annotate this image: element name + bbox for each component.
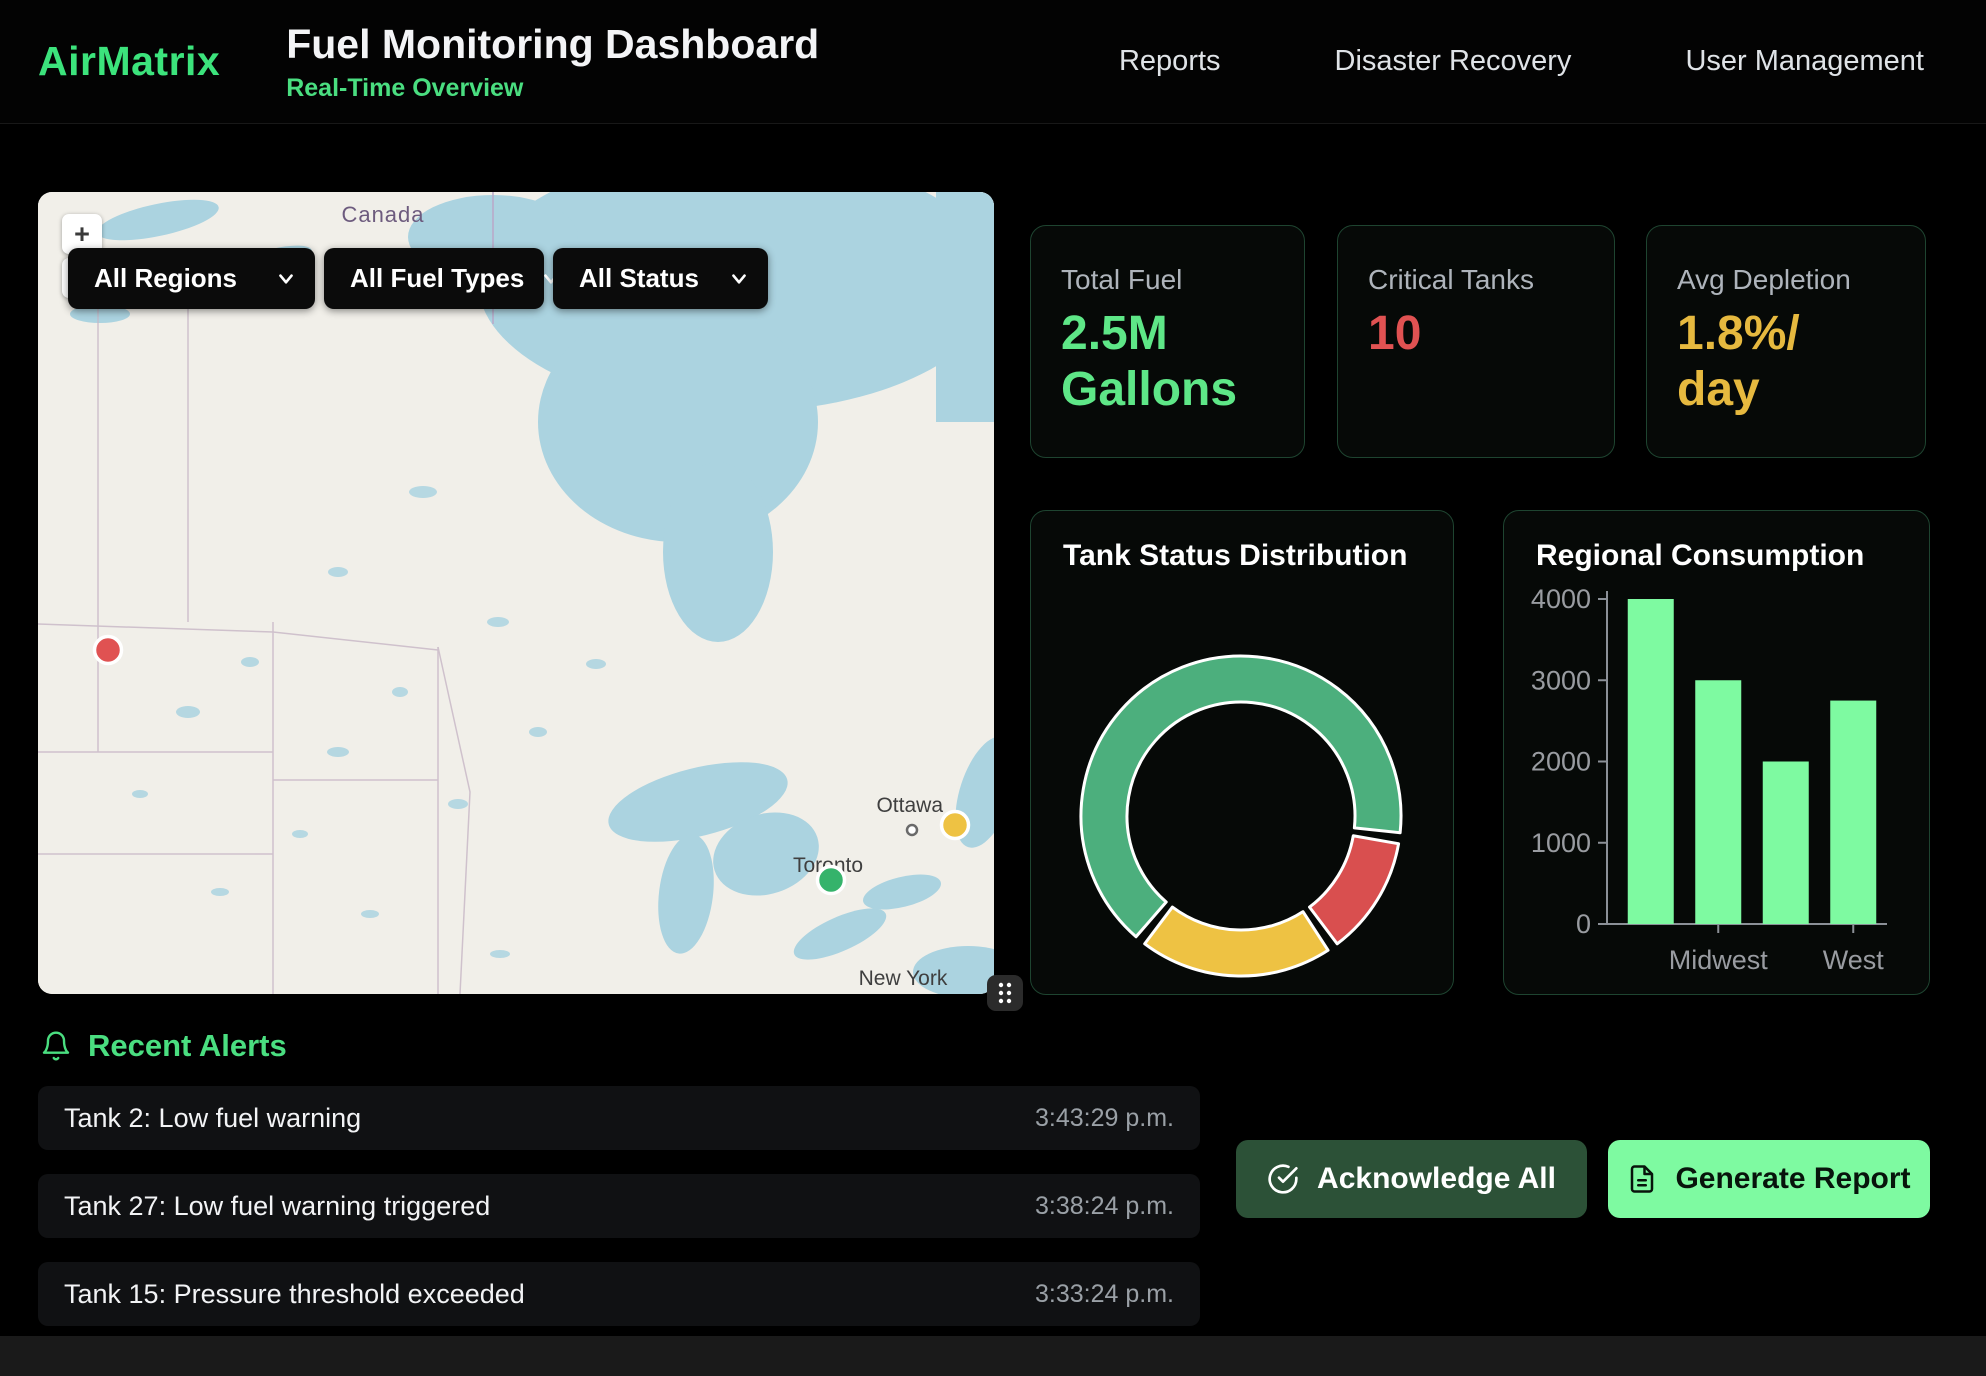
main-nav: Reports Disaster Recovery User Managemen… — [1119, 45, 1986, 78]
tank-marker-operational[interactable] — [818, 867, 845, 894]
alert-row: Tank 15: Pressure threshold exceeded 3:3… — [38, 1262, 1200, 1326]
svg-text:Midwest: Midwest — [1669, 945, 1769, 975]
tank-marker-critical[interactable] — [95, 637, 122, 664]
page-title-block: Fuel Monitoring Dashboard Real-Time Over… — [286, 21, 819, 103]
plus-icon: + — [74, 219, 90, 250]
acknowledge-all-button[interactable]: Acknowledge All — [1236, 1140, 1587, 1218]
map-filter-bar: All Regions All Fuel Types All Status — [68, 248, 768, 309]
status-filter-value: All Status — [579, 263, 699, 294]
alert-timestamp: 3:43:29 p.m. — [1035, 1086, 1174, 1150]
stat-label: Avg Depletion — [1677, 264, 1925, 296]
acknowledge-all-label: Acknowledge All — [1317, 1162, 1556, 1196]
svg-text:2000: 2000 — [1531, 747, 1591, 777]
regional-consumption-bar-chart: 0 1000 2000 3000 4000 Midwest West — [1512, 569, 1922, 989]
brand-logo: AirMatrix — [38, 38, 220, 85]
tank-marker-warning[interactable] — [942, 812, 969, 839]
page-subtitle: Real-Time Overview — [286, 74, 819, 103]
stat-card-total-fuel: Total Fuel 2.5M Gallons — [1030, 225, 1305, 458]
fuel-type-filter-value: All Fuel Types — [350, 263, 524, 294]
status-filter-select[interactable]: All Status — [553, 248, 768, 309]
map-town-dot-ottawa — [907, 825, 917, 835]
stat-card-critical-tanks: Critical Tanks 10 — [1337, 225, 1615, 458]
svg-text:4000: 4000 — [1531, 584, 1591, 614]
panel-drag-handle[interactable] — [987, 975, 1023, 1011]
map-label-ottawa: Ottawa — [876, 794, 943, 817]
report-document-icon — [1627, 1164, 1657, 1194]
svg-text:0: 0 — [1576, 909, 1591, 939]
stat-card-avg-depletion: Avg Depletion 1.8%/ day — [1646, 225, 1926, 458]
alert-text: Tank 15: Pressure threshold exceeded — [64, 1262, 525, 1326]
tank-status-card: Tank Status Distribution — [1030, 510, 1454, 995]
alert-timestamp: 3:38:24 p.m. — [1035, 1174, 1174, 1238]
alert-timestamp: 3:33:24 p.m. — [1035, 1262, 1174, 1326]
dashboard-root: AirMatrix Fuel Monitoring Dashboard Real… — [0, 0, 1986, 1376]
map-label-canada: Canada — [341, 202, 424, 227]
chevron-down-icon — [728, 268, 750, 290]
alert-row: Tank 2: Low fuel warning 3:43:29 p.m. — [38, 1086, 1200, 1150]
page-title: Fuel Monitoring Dashboard — [286, 21, 819, 68]
stat-value: 10 — [1368, 306, 1614, 362]
region-filter-select[interactable]: All Regions — [68, 248, 315, 309]
tank-status-donut-chart — [1031, 573, 1455, 993]
stat-value: 1.8%/ day — [1677, 306, 1925, 417]
header: AirMatrix Fuel Monitoring Dashboard Real… — [0, 0, 1986, 124]
nav-item-user-management[interactable]: User Management — [1685, 45, 1924, 78]
alert-row: Tank 27: Low fuel warning triggered 3:38… — [38, 1174, 1200, 1238]
map-canvas: Canada Ottawa Toronto New York — [38, 192, 994, 994]
generate-report-label: Generate Report — [1675, 1162, 1910, 1196]
generate-report-button[interactable]: Generate Report — [1608, 1140, 1930, 1218]
stat-value: 2.5M Gallons — [1061, 306, 1304, 417]
grip-dots-icon — [995, 980, 1015, 1006]
chevron-down-icon — [275, 268, 297, 290]
bar-chart-title: Regional Consumption — [1536, 539, 1929, 573]
region-filter-value: All Regions — [94, 263, 237, 294]
alert-text: Tank 27: Low fuel warning triggered — [64, 1174, 490, 1238]
recent-alerts-header: Recent Alerts — [40, 1028, 287, 1064]
stat-label: Total Fuel — [1061, 264, 1304, 296]
map-label-newyork: New York — [859, 967, 948, 990]
svg-text:3000: 3000 — [1531, 665, 1591, 695]
alert-text: Tank 2: Low fuel warning — [64, 1086, 361, 1150]
footer-bar — [0, 1336, 1986, 1376]
stat-label: Critical Tanks — [1368, 264, 1614, 296]
check-circle-icon — [1267, 1163, 1299, 1195]
regional-consumption-card: Regional Consumption 0 1000 2000 3000 4000 Mi… — [1503, 510, 1930, 995]
svg-text:West: West — [1823, 945, 1885, 975]
fuel-map[interactable]: Canada Ottawa Toronto New York + All Reg… — [38, 192, 994, 994]
fuel-type-filter-select[interactable]: All Fuel Types — [324, 248, 544, 309]
svg-text:1000: 1000 — [1531, 828, 1591, 858]
bell-icon — [40, 1030, 72, 1062]
recent-alerts-title: Recent Alerts — [88, 1028, 287, 1064]
nav-item-reports[interactable]: Reports — [1119, 45, 1221, 78]
donut-chart-title: Tank Status Distribution — [1063, 539, 1453, 573]
nav-item-disaster-recovery[interactable]: Disaster Recovery — [1335, 45, 1572, 78]
